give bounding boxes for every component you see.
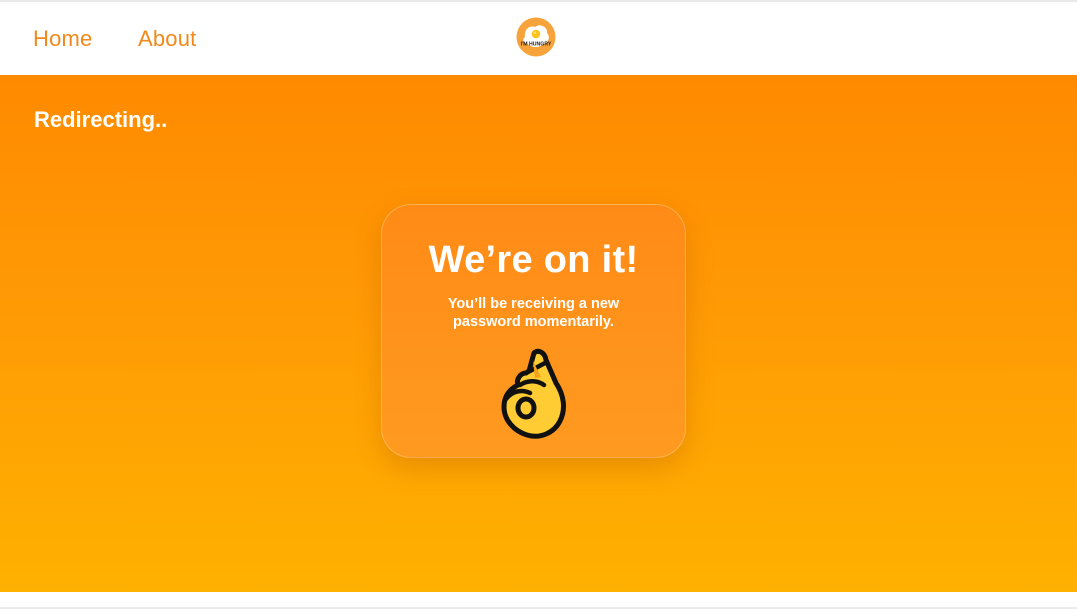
redirect-status: Redirecting..: [34, 107, 168, 132]
svg-text:I'M HUNGRY: I'M HUNGRY: [521, 42, 552, 48]
navbar: Home About I'M HUNGRY: [0, 2, 1077, 75]
nav-about-link[interactable]: About: [138, 26, 197, 52]
card-message: You’ll be receiving a new password momen…: [447, 296, 620, 330]
confirmation-card: We’re on it! You’ll be receiving a new p…: [381, 204, 686, 458]
egg-logo-icon: I'M HUNGRY: [516, 17, 556, 57]
nav-home-link[interactable]: Home: [33, 26, 93, 52]
card-title: We’re on it!: [428, 239, 639, 281]
bottom-border: [0, 607, 1077, 609]
im-hungry-logo[interactable]: I'M HUNGRY: [516, 17, 556, 57]
main-panel: Redirecting.. We’re on it! You’ll be rec…: [0, 75, 1077, 592]
ok-hand-icon: [500, 347, 568, 441]
